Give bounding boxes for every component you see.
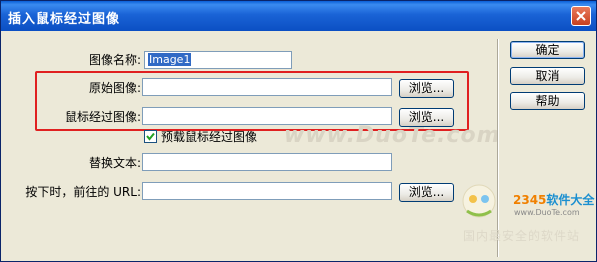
- rollover-image-label: 鼠标经过图像:: [64, 110, 141, 124]
- title-bar: 插入鼠标经过图像: [1, 1, 596, 31]
- url-input[interactable]: [142, 182, 392, 200]
- watermark-brand-text: 软件大全: [546, 193, 595, 207]
- url-label: 按下时，前往的 URL:: [25, 185, 141, 199]
- rollover-image-browse-button[interactable]: 浏览...: [399, 108, 454, 127]
- ok-button[interactable]: 确定: [510, 41, 585, 59]
- original-image-browse-button[interactable]: 浏览...: [399, 79, 454, 98]
- watermark-brand-number: 2345: [513, 193, 547, 207]
- preload-checkbox[interactable]: [144, 130, 157, 143]
- original-image-input[interactable]: [142, 78, 392, 96]
- alt-text-input[interactable]: [142, 153, 392, 171]
- watermark-slogan: 国内最安全的软件站: [463, 229, 581, 243]
- original-image-label: 原始图像:: [88, 81, 141, 95]
- rollover-image-input[interactable]: [142, 107, 392, 125]
- close-icon: [576, 11, 586, 21]
- watermark-brand: 2345软件大全: [513, 191, 594, 208]
- close-button[interactable]: [571, 6, 591, 26]
- watermark-brand-url: www.DuoTe.com: [514, 208, 580, 217]
- url-browse-button[interactable]: 浏览...: [399, 183, 454, 202]
- watermark-site: www.DuoTe.com: [284, 123, 501, 148]
- checkmark-icon: [146, 132, 155, 141]
- image-name-label: 图像名称:: [88, 53, 141, 67]
- insert-rollover-image-dialog: 插入鼠标经过图像 www.DuoTe.com 图像名称: Image1 原始图像…: [0, 0, 597, 262]
- cancel-button[interactable]: 取消: [510, 67, 585, 85]
- dialog-title: 插入鼠标经过图像: [8, 12, 121, 27]
- separator: [497, 39, 499, 257]
- alt-text-label: 替换文本:: [88, 156, 141, 170]
- image-name-input[interactable]: Image1: [144, 51, 292, 69]
- help-button[interactable]: 帮助: [510, 92, 585, 110]
- image-name-value: Image1: [148, 53, 192, 66]
- preload-label: 预载鼠标经过图像: [161, 130, 258, 144]
- dialog-body: www.DuoTe.com 图像名称: Image1 原始图像: 浏览... 鼠…: [1, 31, 596, 261]
